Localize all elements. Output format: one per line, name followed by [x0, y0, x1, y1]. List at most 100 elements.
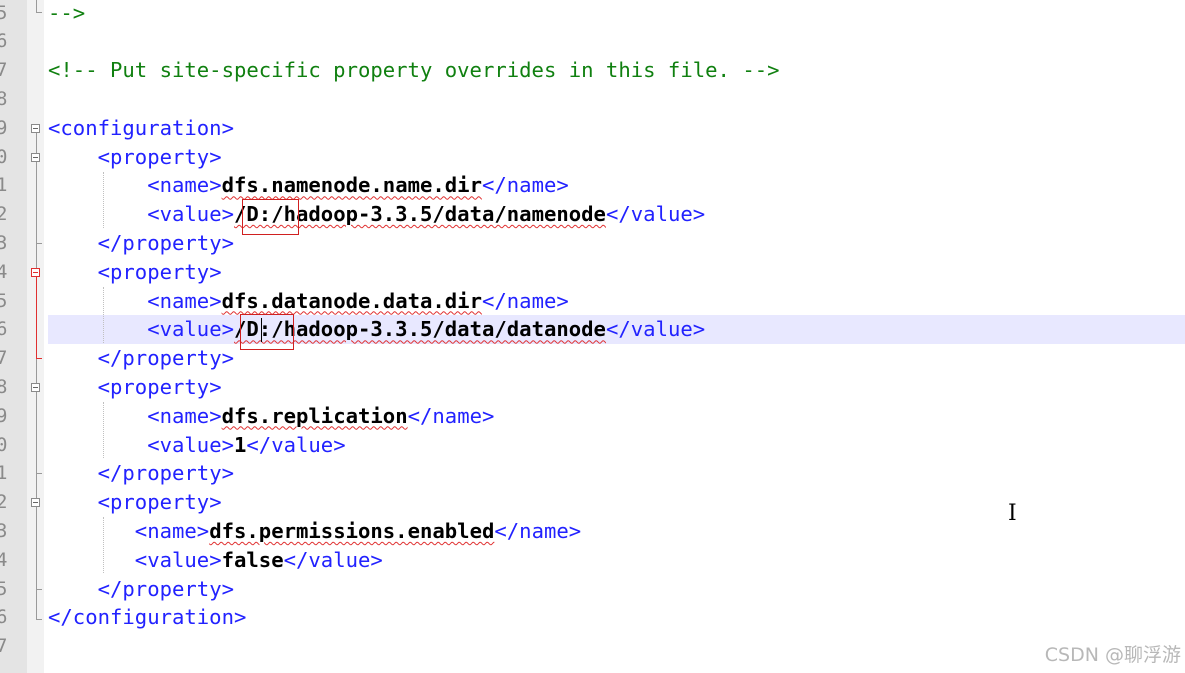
- code-line[interactable]: 7 <!-- Put site-specific property overrid…: [0, 56, 1185, 85]
- xml-text-value: dfs.replication: [221, 403, 408, 428]
- line-number: 8: [0, 87, 8, 110]
- line-number: 4: [0, 260, 8, 283]
- fold-collapse-icon[interactable]: [31, 268, 40, 277]
- code-line[interactable]: 5 -->: [0, 0, 1185, 27]
- code-text: <value>/D:/hadoop-3.3.5/data/namenode</v…: [48, 200, 705, 229]
- fold-end-tick: [36, 619, 42, 620]
- xml-tag: <name>: [147, 288, 222, 313]
- code-text: <name>dfs.replication</name>: [48, 402, 494, 431]
- code-text: <name>dfs.datanode.data.dir</name>: [48, 287, 569, 316]
- line-number: 9: [0, 116, 8, 139]
- indent-guide: [103, 287, 104, 343]
- indent-guide: [103, 517, 104, 573]
- line-number: 0: [0, 145, 8, 168]
- xml-tag: <name>: [134, 518, 210, 543]
- xml-tag: </property>: [97, 576, 234, 601]
- line-number: 6: [0, 318, 8, 341]
- fold-line: [36, 0, 37, 12]
- code-line[interactable]: 1 <name>dfs.namenode.name.dir</name>: [0, 171, 1185, 200]
- code-text: </property>: [48, 229, 234, 258]
- text-cursor-icon: I: [1008, 501, 1017, 526]
- fold-end-tick: [36, 589, 42, 590]
- xml-tag: </property>: [97, 346, 234, 371]
- line-number: 2: [0, 491, 8, 514]
- xml-tag: <configuration>: [48, 115, 234, 140]
- fold-collapse-icon[interactable]: [31, 498, 40, 507]
- fold-collapse-icon[interactable]: [31, 153, 40, 162]
- xml-tag: </name>: [494, 518, 582, 543]
- code-line[interactable]: 9 <name>dfs.replication</name>: [0, 402, 1185, 431]
- code-text: <!-- Put site-specific property override…: [48, 56, 780, 85]
- fold-line: [36, 133, 37, 619]
- code-line-current[interactable]: 6 <value>/D:/hadoop-3.3.5/data/datanode<…: [0, 315, 1185, 345]
- xml-text-value: 1: [234, 432, 247, 457]
- line-number: 0: [0, 433, 8, 456]
- code-line[interactable]: 4 <property>: [0, 258, 1185, 287]
- line-number: 7: [0, 635, 8, 658]
- code-text: <property>: [48, 373, 222, 402]
- code-line[interactable]: 7 </property>: [0, 344, 1185, 373]
- line-number: 6: [0, 30, 8, 53]
- code-line[interactable]: 8 <property>: [0, 373, 1185, 402]
- code-line[interactable]: 5 <name>dfs.datanode.data.dir</name>: [0, 287, 1185, 316]
- xml-tag: </value>: [605, 317, 706, 342]
- code-line[interactable]: 0 <property>: [0, 143, 1185, 172]
- code-line[interactable]: 2 <value>/D:/hadoop-3.3.5/data/namenode<…: [0, 200, 1185, 229]
- code-line[interactable]: 8: [0, 85, 1185, 114]
- text-caret: [261, 318, 262, 342]
- code-line[interactable]: 6 </configuration>: [0, 603, 1185, 632]
- code-line[interactable]: 3 </property>: [0, 229, 1185, 258]
- code-text: <name>dfs.permissions.enabled</name>: [48, 517, 581, 546]
- xml-tag: </value>: [246, 432, 346, 457]
- xml-tag: </name>: [481, 288, 569, 313]
- line-number: 1: [0, 174, 8, 197]
- xml-text-value: dfs.datanode.data.dir: [221, 288, 482, 313]
- fold-line-active: [36, 277, 37, 358]
- fold-collapse-icon[interactable]: [31, 124, 40, 133]
- xml-tag: </name>: [481, 173, 569, 198]
- code-text: <value>false</value>: [48, 546, 383, 575]
- fold-end-tick: [36, 12, 42, 13]
- code-text: </configuration>: [48, 603, 246, 632]
- annotation-box: [242, 199, 299, 235]
- line-number: 8: [0, 375, 8, 398]
- annotation-box: [240, 314, 294, 350]
- code-text: <value>/D:/hadoop-3.3.5/data/datanode</v…: [48, 315, 705, 344]
- xml-tag: </property>: [97, 461, 234, 486]
- watermark: CSDN @聊浮游: [1044, 644, 1181, 666]
- fold-end-tick: [36, 243, 42, 244]
- xml-comment: -->: [48, 0, 86, 25]
- code-line[interactable]: 9 <configuration>: [0, 114, 1185, 143]
- xml-tag: </configuration>: [48, 605, 247, 630]
- code-line[interactable]: 4 <value>false</value>: [0, 546, 1185, 575]
- code-line[interactable]: 1 </property>: [0, 459, 1185, 488]
- xml-tag: <value>: [147, 317, 234, 342]
- code-text: -->: [48, 0, 85, 27]
- code-text: </property>: [48, 575, 234, 604]
- code-line[interactable]: 7: [0, 632, 1185, 661]
- fold-collapse-icon[interactable]: [31, 383, 40, 392]
- line-number: 4: [0, 548, 8, 571]
- code-line[interactable]: 5 </property>: [0, 575, 1185, 604]
- code-text: </property>: [48, 459, 234, 488]
- line-number: 7: [0, 347, 8, 370]
- xml-tag: </value>: [605, 202, 706, 227]
- code-line[interactable]: 0 <value>1</value>: [0, 431, 1185, 460]
- code-text: <property>: [48, 488, 222, 517]
- xml-text-value: dfs.namenode.name.dir: [221, 173, 482, 198]
- code-line[interactable]: 6: [0, 27, 1185, 56]
- line-number: 2: [0, 203, 8, 226]
- line-number: 1: [0, 462, 8, 485]
- line-number: 5: [0, 1, 8, 24]
